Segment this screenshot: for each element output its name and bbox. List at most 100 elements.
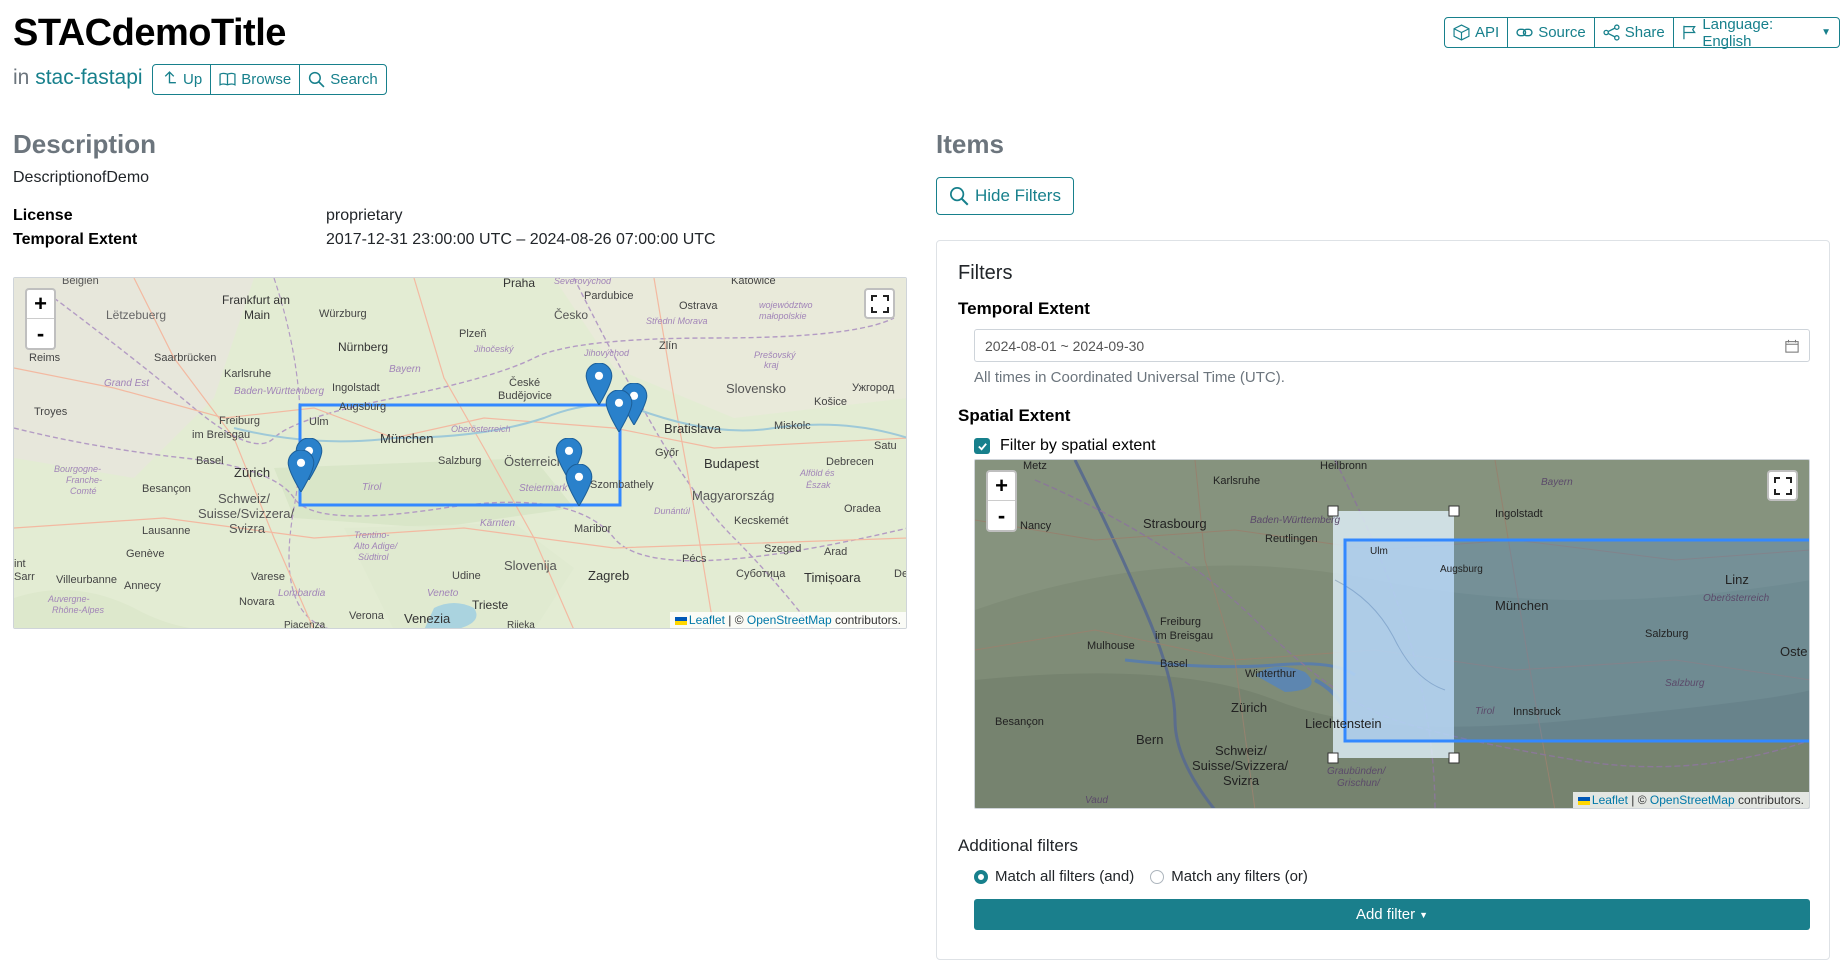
map-label: Pardubice bbox=[584, 290, 634, 302]
map-label: Bayern bbox=[1541, 477, 1573, 488]
map-label: Veneto bbox=[427, 588, 459, 599]
map-label: Bern bbox=[1136, 732, 1164, 747]
overview-map[interactable]: Belgien Frankfurt am Main Würzburg Lëtze… bbox=[13, 277, 907, 629]
zoom-in-button[interactable]: + bbox=[988, 472, 1015, 501]
map-label: Karlsruhe bbox=[224, 368, 272, 380]
map-label: Rijeka bbox=[507, 620, 535, 629]
map-label: Saarbrücken bbox=[154, 352, 217, 364]
map-label: Auvergne- bbox=[48, 594, 90, 604]
map-label: Jihočeský bbox=[474, 344, 514, 354]
caret-down-icon: ▼ bbox=[1821, 27, 1831, 38]
map-label: České bbox=[509, 377, 541, 389]
osm-link[interactable]: OpenStreetMap bbox=[1650, 793, 1735, 807]
flag-icon bbox=[1683, 25, 1696, 40]
map-label: Bourgogne- bbox=[54, 464, 102, 474]
attribution-contrib: contributors. bbox=[1734, 793, 1804, 807]
map-label: Augsburg bbox=[1440, 564, 1483, 575]
share-button[interactable]: Share bbox=[1593, 17, 1674, 48]
map-label: Svizra bbox=[1223, 773, 1260, 788]
parent-link[interactable]: stac-fastapi bbox=[35, 66, 142, 89]
map-attribution: Leaflet | © OpenStreetMap contributors. bbox=[669, 612, 906, 628]
source-label: Source bbox=[1538, 24, 1586, 41]
spatial-filter-checkbox[interactable] bbox=[974, 438, 990, 454]
hide-filters-button[interactable]: Hide Filters bbox=[936, 177, 1074, 215]
map-label: Ingolstadt bbox=[332, 382, 380, 394]
map-label: Jihovýchod bbox=[584, 348, 630, 358]
date-range-input[interactable]: 2024-08-01 ~ 2024-09-30 bbox=[974, 329, 1810, 362]
map-label: Trentino- bbox=[354, 530, 390, 540]
temporal-extent-label: Temporal Extent bbox=[958, 299, 1090, 318]
zoom-out-button[interactable]: - bbox=[27, 319, 54, 348]
map-label: Linz bbox=[1725, 572, 1749, 587]
map-label: Zürich bbox=[1231, 700, 1268, 715]
map-label: Besançon bbox=[142, 483, 191, 495]
zoom-out-button[interactable]: - bbox=[988, 501, 1015, 530]
match-all-radio[interactable] bbox=[974, 869, 988, 884]
date-range-value: 2024-08-01 ~ 2024-09-30 bbox=[985, 337, 1145, 354]
map-label: Česko bbox=[554, 308, 589, 322]
check-icon bbox=[977, 442, 987, 451]
map-label: Ulm bbox=[309, 416, 329, 428]
top-button-group: API Source Share Language: English ▼ bbox=[1444, 15, 1840, 50]
map-label: Lëtzebuerg bbox=[106, 308, 167, 322]
leaflet-link[interactable]: Leaflet bbox=[689, 613, 725, 627]
map-label: Augsburg bbox=[339, 401, 387, 413]
map-label: Innsbruck bbox=[1513, 706, 1561, 718]
browse-button[interactable]: Browse bbox=[210, 64, 301, 95]
search-button[interactable]: Search bbox=[299, 64, 387, 95]
fullscreen-button[interactable] bbox=[864, 288, 895, 319]
leaflet-link[interactable]: Leaflet bbox=[1592, 793, 1628, 807]
nav-button-group: Up Browse Search bbox=[152, 64, 387, 95]
spatial-map[interactable]: Metz Karlsruhe Heilbronn Bayern Nancy St… bbox=[974, 459, 1810, 809]
map-label: Tirol bbox=[1475, 706, 1495, 717]
language-label: Language: English bbox=[1702, 15, 1774, 50]
map-marker[interactable] bbox=[286, 450, 316, 492]
map-label: Südtirol bbox=[358, 552, 389, 562]
map-label: Tirol bbox=[362, 482, 382, 493]
license-value: proprietary bbox=[326, 207, 403, 224]
license-label: License bbox=[13, 207, 73, 224]
map-label: Nancy bbox=[1020, 520, 1052, 532]
zoom-in-button[interactable]: + bbox=[27, 290, 54, 319]
map-label: Košice bbox=[814, 396, 848, 408]
map-label: Metz bbox=[1023, 460, 1047, 472]
map-label: Ужгород bbox=[852, 382, 895, 394]
map-label: Varese bbox=[251, 571, 286, 583]
map-label: Lausanne bbox=[142, 525, 191, 537]
map-label: Strasbourg bbox=[1143, 516, 1207, 531]
language-dropdown[interactable]: Language: English ▼ bbox=[1672, 15, 1840, 50]
map-label: Miskolc bbox=[774, 420, 811, 432]
map-label: Schweiz/ bbox=[1215, 743, 1268, 758]
add-filter-button[interactable]: Add filter ▼ bbox=[974, 899, 1810, 930]
map-label: Észak bbox=[806, 480, 831, 490]
add-filter-label: Add filter bbox=[1355, 906, 1416, 923]
map-label: Heilbronn bbox=[1320, 460, 1368, 472]
map-label: Praha bbox=[503, 277, 536, 290]
api-button[interactable]: API bbox=[1444, 17, 1509, 48]
match-any-radio[interactable] bbox=[1150, 869, 1165, 884]
up-button[interactable]: Up bbox=[152, 64, 212, 95]
map-label: Reims bbox=[29, 352, 61, 364]
source-button[interactable]: Source bbox=[1507, 17, 1595, 48]
map-label: Maribor bbox=[574, 523, 612, 535]
map-marker[interactable] bbox=[604, 390, 634, 432]
fullscreen-button[interactable] bbox=[1767, 470, 1798, 501]
map-label: Liechtenstein bbox=[1305, 716, 1382, 731]
map-label: Grand Est bbox=[104, 378, 150, 389]
map-marker[interactable] bbox=[564, 464, 594, 506]
spatial-extent-label: Spatial Extent bbox=[958, 406, 1071, 425]
map-label: Vaud bbox=[1085, 795, 1108, 806]
map-label: Annecy bbox=[124, 580, 161, 592]
map-label: Ingolstadt bbox=[1495, 508, 1543, 520]
map-label: Arad bbox=[824, 546, 848, 558]
map-label: Budapest bbox=[704, 456, 759, 471]
spatial-filter-row[interactable]: Filter by spatial extent bbox=[974, 437, 1156, 455]
additional-filters-label: Additional filters bbox=[958, 836, 1079, 855]
map-label: Střední Morava bbox=[646, 316, 708, 326]
map-label: im Breisgau bbox=[192, 429, 251, 441]
hide-filters-label: Hide Filters bbox=[975, 186, 1061, 205]
box-icon bbox=[1453, 24, 1470, 41]
osm-link[interactable]: OpenStreetMap bbox=[747, 613, 832, 627]
map-label: Bayern bbox=[389, 364, 421, 375]
map-label: Győr bbox=[655, 447, 679, 459]
